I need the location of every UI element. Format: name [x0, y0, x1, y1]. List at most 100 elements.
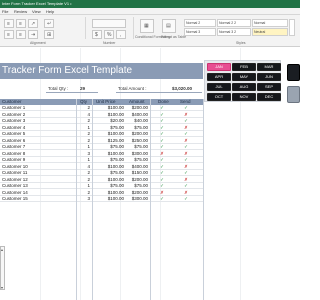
- amount-cell[interactable]: $300.00: [122, 151, 148, 157]
- table-row[interactable]: Customer 11 2 $75.00 $150.00 ✓ ✓: [0, 170, 203, 176]
- month-button-nov[interactable]: NOV: [232, 93, 256, 101]
- amount-cell[interactable]: $250.00: [122, 138, 148, 144]
- month-button-jun[interactable]: JUN: [257, 73, 281, 81]
- qty-cell[interactable]: 2: [78, 177, 90, 183]
- customer-cell[interactable]: Customer 4: [2, 125, 74, 131]
- align-center-button[interactable]: ≡: [16, 30, 26, 39]
- tab-help[interactable]: Help: [46, 9, 54, 14]
- qty-cell[interactable]: 4: [78, 112, 90, 118]
- scroll-down-icon[interactable]: ▾: [1, 285, 3, 290]
- unit-price-cell[interactable]: $100.00: [94, 164, 124, 170]
- done-cell[interactable]: ✓: [152, 144, 172, 150]
- worksheet[interactable]: Tracker Form Excel Template Total Qty : …: [0, 48, 300, 300]
- customer-cell[interactable]: Customer 8: [2, 151, 74, 157]
- send-cell[interactable]: ✓: [176, 105, 196, 111]
- month-button-sep[interactable]: SEP: [257, 83, 281, 91]
- amount-cell[interactable]: $400.00: [122, 112, 148, 118]
- send-cell[interactable]: ✗: [176, 151, 196, 157]
- month-button-dec[interactable]: DEC: [257, 93, 281, 101]
- done-cell[interactable]: ✓: [152, 105, 172, 111]
- unit-price-cell[interactable]: $75.00: [94, 170, 124, 176]
- unit-price-cell[interactable]: $100.00: [94, 105, 124, 111]
- amount-cell[interactable]: $150.00: [122, 170, 148, 176]
- month-button-jan[interactable]: JAN: [207, 63, 231, 71]
- customer-cell[interactable]: Customer 13: [2, 183, 74, 189]
- done-cell[interactable]: ✓: [152, 196, 172, 202]
- unit-price-cell[interactable]: $100.00: [94, 151, 124, 157]
- send-cell[interactable]: ✓: [176, 131, 196, 137]
- send-cell[interactable]: ✗: [176, 138, 196, 144]
- align-middle-button[interactable]: ≡: [16, 19, 26, 28]
- table-row[interactable]: Customer 12 2 $100.00 $200.00 ✓ ✗: [0, 177, 203, 183]
- customer-cell[interactable]: Customer 2: [2, 112, 74, 118]
- amount-cell[interactable]: $75.00: [122, 183, 148, 189]
- table-row[interactable]: Customer 15 3 $100.00 $300.00 ✓ ✓: [0, 196, 203, 202]
- month-button-apr[interactable]: APR: [207, 73, 231, 81]
- amount-cell[interactable]: $75.00: [122, 144, 148, 150]
- month-button-oct[interactable]: OCT: [207, 93, 231, 101]
- send-cell[interactable]: ✓: [176, 157, 196, 163]
- qty-cell[interactable]: 1: [78, 157, 90, 163]
- unit-price-cell[interactable]: $20.00: [94, 118, 124, 124]
- done-cell[interactable]: ✓: [152, 118, 172, 124]
- unit-price-cell[interactable]: $75.00: [94, 144, 124, 150]
- table-row[interactable]: Customer 5 2 $100.00 $200.00 ✓ ✓: [0, 131, 203, 137]
- done-cell[interactable]: ✓: [152, 157, 172, 163]
- send-cell[interactable]: ✓: [176, 118, 196, 124]
- done-cell[interactable]: ✓: [152, 112, 172, 118]
- customer-cell[interactable]: Customer 10: [2, 164, 74, 170]
- amount-cell[interactable]: $200.00: [122, 190, 148, 196]
- customer-cell[interactable]: Customer 3: [2, 118, 74, 124]
- send-cell[interactable]: ✓: [176, 183, 196, 189]
- qty-cell[interactable]: 2: [78, 105, 90, 111]
- currency-button[interactable]: $: [92, 30, 102, 39]
- indent-button[interactable]: ⇥: [28, 30, 38, 39]
- unit-price-cell[interactable]: $75.00: [94, 125, 124, 131]
- done-cell[interactable]: ✓: [152, 125, 172, 131]
- number-format-select[interactable]: [92, 19, 126, 28]
- table-row[interactable]: Customer 9 1 $75.00 $75.00 ✓ ✓: [0, 157, 203, 163]
- table-row[interactable]: Customer 14 2 $100.00 $200.00 ✗ ✗: [0, 190, 203, 196]
- customer-cell[interactable]: Customer 6: [2, 138, 74, 144]
- tab-file[interactable]: File: [2, 9, 8, 14]
- wrap-text-button[interactable]: ↵: [44, 19, 54, 28]
- style-normal-2-2[interactable]: Normal 2 2: [217, 19, 251, 27]
- style-normal-3-2[interactable]: Normal 3 2: [217, 28, 251, 36]
- customer-cell[interactable]: Customer 9: [2, 157, 74, 163]
- table-row[interactable]: Customer 2 4 $100.00 $400.00 ✓ ✗: [0, 112, 203, 118]
- style-neutral[interactable]: Neutral: [252, 28, 288, 36]
- qty-cell[interactable]: 1: [78, 183, 90, 189]
- table-row[interactable]: Customer 3 2 $20.00 $40.00 ✓ ✓: [0, 118, 203, 124]
- style-normal-3[interactable]: Normal 3: [184, 28, 216, 36]
- send-cell[interactable]: ✗: [176, 125, 196, 131]
- amount-cell[interactable]: $200.00: [122, 105, 148, 111]
- merge-center-button[interactable]: ⊞: [44, 30, 54, 39]
- table-row[interactable]: Customer 8 3 $100.00 $300.00 ✗ ✗: [0, 151, 203, 157]
- table-row[interactable]: Customer 7 1 $75.00 $75.00 ✓ ✓: [0, 144, 203, 150]
- qty-cell[interactable]: 1: [78, 125, 90, 131]
- done-cell[interactable]: ✓: [152, 138, 172, 144]
- qty-cell[interactable]: 1: [78, 144, 90, 150]
- unit-price-cell[interactable]: $75.00: [94, 157, 124, 163]
- unit-price-cell[interactable]: $100.00: [94, 196, 124, 202]
- done-cell[interactable]: ✓: [152, 131, 172, 137]
- tab-review[interactable]: Review: [14, 9, 27, 14]
- customer-cell[interactable]: Customer 5: [2, 131, 74, 137]
- send-cell[interactable]: ✓: [176, 196, 196, 202]
- amount-cell[interactable]: $200.00: [122, 177, 148, 183]
- table-row[interactable]: Customer 4 1 $75.00 $75.00 ✓ ✗: [0, 125, 203, 131]
- customer-cell[interactable]: Customer 14: [2, 190, 74, 196]
- amount-cell[interactable]: $200.00: [122, 131, 148, 137]
- done-cell[interactable]: ✓: [152, 183, 172, 189]
- qty-cell[interactable]: 2: [78, 131, 90, 137]
- style-normal-2[interactable]: Normal 2: [184, 19, 216, 27]
- styles-gallery-scroll[interactable]: [289, 19, 295, 36]
- done-cell[interactable]: ✓: [152, 170, 172, 176]
- qty-cell[interactable]: 2: [78, 170, 90, 176]
- month-button-aug[interactable]: AUG: [232, 83, 256, 91]
- table-scrollbar[interactable]: ▴ ▾: [0, 246, 5, 290]
- amount-cell[interactable]: $75.00: [122, 125, 148, 131]
- filter-button-upper[interactable]: [287, 64, 300, 81]
- send-cell[interactable]: ✗: [176, 190, 196, 196]
- done-cell[interactable]: ✓: [152, 164, 172, 170]
